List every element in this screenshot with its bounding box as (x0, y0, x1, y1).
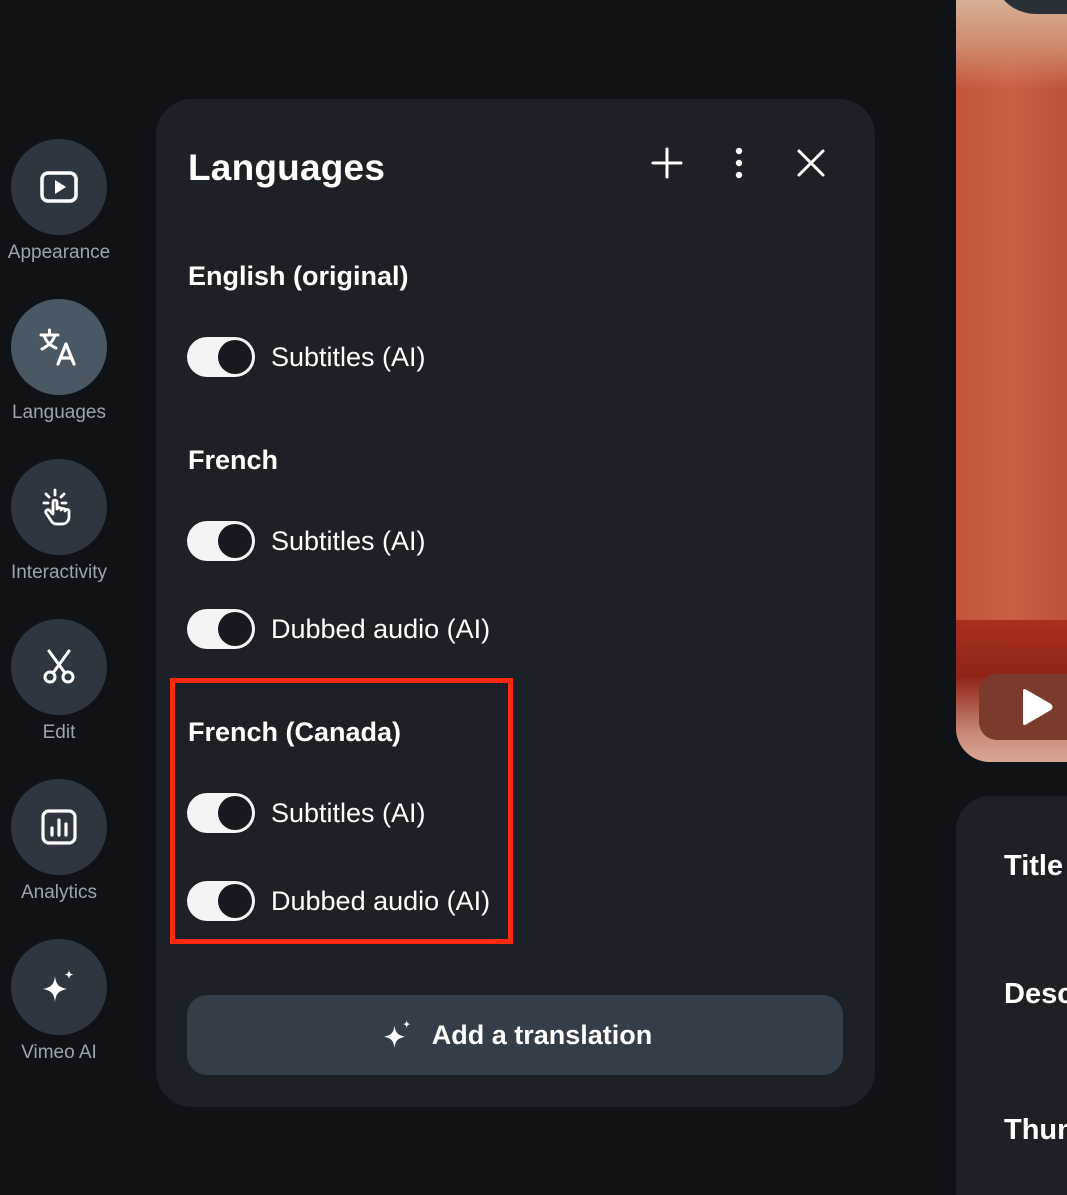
sidebar-item-label: Appearance (7, 242, 111, 263)
add-translation-button[interactable]: Add a translation (187, 995, 843, 1075)
subtitles-toggle[interactable] (187, 337, 255, 377)
play-icon (1023, 689, 1053, 725)
sidebar-item-label: Languages (11, 402, 107, 423)
tap-hand-icon (42, 488, 71, 526)
play-box-icon (40, 171, 78, 203)
thumbnail-field-label[interactable]: Thumbnail (1004, 1114, 1067, 1147)
toggle-row: Subtitles (AI) (187, 520, 426, 562)
dubbed-audio-toggle[interactable] (187, 881, 255, 921)
video-editor-page: Appearance Languages Interactivity Edit (0, 0, 1067, 1195)
scissors-icon (43, 649, 75, 684)
language-heading-english: English (original) (188, 261, 409, 291)
subtitles-toggle[interactable] (187, 521, 255, 561)
description-field-label[interactable]: Description (1004, 978, 1067, 1011)
sidebar-item-appearance[interactable] (11, 139, 107, 235)
sidebar-item-label: Analytics (20, 882, 98, 903)
toggle-knob (218, 524, 252, 558)
sidebar-item-label: Vimeo AI (21, 1042, 97, 1063)
language-heading-french-canada: French (Canada) (188, 717, 402, 747)
bar-chart-icon (41, 809, 77, 845)
add-language-button[interactable] (643, 139, 691, 187)
toggle-label: Dubbed audio (AI) (271, 885, 491, 916)
plus-icon (651, 147, 683, 179)
sidebar-item-languages[interactable] (11, 299, 107, 395)
toggle-label: Dubbed audio (AI) (271, 613, 491, 644)
video-details-panel: Title Description Thumbnail (956, 796, 1067, 1195)
sidebar-item-edit[interactable] (11, 619, 107, 715)
more-vertical-icon (735, 147, 743, 179)
subtitles-toggle[interactable] (187, 793, 255, 833)
toggle-knob (218, 340, 252, 374)
sidebar-item-interactivity[interactable] (11, 459, 107, 555)
sparkle-icon (383, 1020, 411, 1049)
language-heading-french: French (188, 445, 279, 475)
toggle-row: Subtitles (AI) (187, 792, 426, 834)
toggle-row: Dubbed audio (AI) (187, 608, 490, 650)
translate-icon (39, 328, 76, 366)
add-translation-label: Add a translation (431, 1019, 653, 1050)
toggle-row: Dubbed audio (AI) (187, 880, 490, 922)
toggle-knob (218, 612, 252, 646)
title-field-label[interactable]: Title (1004, 850, 1063, 883)
panel-title: Languages (188, 147, 386, 188)
dubbed-audio-toggle[interactable] (187, 609, 255, 649)
toggle-label: Subtitles (AI) (271, 525, 426, 556)
play-button[interactable] (979, 674, 1067, 740)
toggle-knob (218, 884, 252, 918)
sidebar-item-analytics[interactable] (11, 779, 107, 875)
sparkle-icon (43, 970, 74, 1002)
toggle-label: Subtitles (AI) (271, 797, 426, 828)
toggle-label: Subtitles (AI) (271, 341, 426, 372)
close-icon (797, 149, 825, 177)
toggle-knob (218, 796, 252, 830)
close-panel-button[interactable] (787, 139, 835, 187)
video-preview (956, 0, 1067, 762)
languages-panel: Languages English (original) Subtitles (… (156, 99, 875, 1107)
more-options-button[interactable] (715, 139, 763, 187)
sidebar-item-vimeo-ai[interactable] (11, 939, 107, 1035)
toggle-row: Subtitles (AI) (187, 336, 426, 378)
sidebar-item-label: Edit (42, 722, 76, 743)
sidebar-item-label: Interactivity (10, 562, 108, 583)
